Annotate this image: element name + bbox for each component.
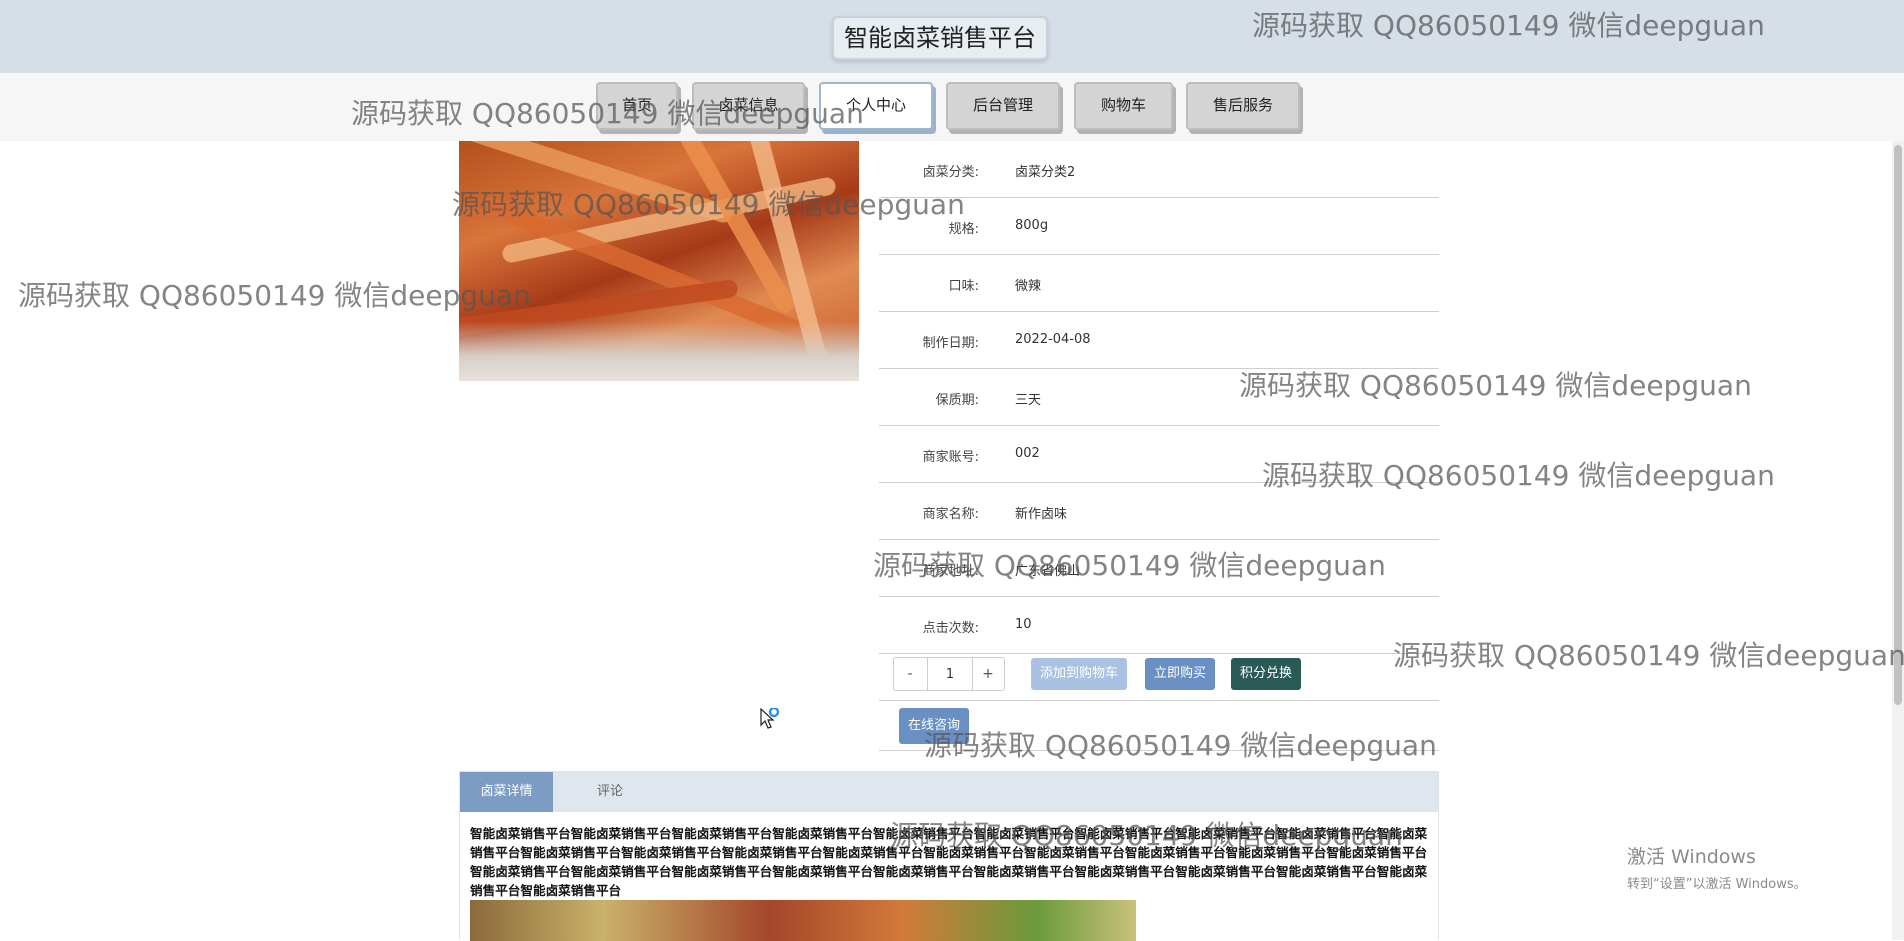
quantity-increase-button[interactable]: +	[972, 658, 1004, 690]
detail-label: 卤菜分类:	[922, 165, 979, 180]
detail-row-merchant-name: 商家名称: 新作卤味	[879, 483, 1439, 540]
detail-row-flavor: 口味: 微辣	[879, 255, 1439, 312]
tab-bar: 卤菜详情 评论	[460, 772, 1438, 812]
site-title[interactable]: 智能卤菜销售平台	[832, 16, 1048, 60]
windows-activation-notice: 激活 Windows 转到“设置”以激活 Windows。	[1627, 842, 1807, 892]
detail-value: 广东省佛山	[1015, 564, 1081, 579]
nav-home[interactable]: 首页	[596, 82, 678, 130]
add-to-cart-button[interactable]: 添加到购物车	[1031, 658, 1128, 690]
tab-product-detail[interactable]: 卤菜详情	[460, 772, 553, 812]
scrollbar-thumb[interactable]	[1894, 145, 1902, 705]
detail-value: 微辣	[1015, 279, 1042, 294]
detail-value: 002	[1015, 446, 1040, 461]
detail-row-shelf-life: 保质期: 三天	[879, 369, 1439, 426]
detail-value: 2022-04-08	[1015, 332, 1091, 347]
activation-subtitle: 转到“设置”以激活 Windows。	[1627, 877, 1807, 892]
activation-title: 激活 Windows	[1627, 846, 1756, 868]
detail-row-category: 卤菜分类: 卤菜分类2	[879, 141, 1439, 198]
detail-row-merchant-account: 商家账号: 002	[879, 426, 1439, 483]
detail-label: 口味:	[948, 279, 979, 294]
detail-row-merchant-address: 商家地址: 广东省佛山	[879, 540, 1439, 597]
detail-label: 保质期:	[935, 393, 979, 408]
page-scrollbar[interactable]	[1892, 141, 1904, 940]
detail-value: 10	[1015, 617, 1032, 632]
detail-value: 800g	[1015, 218, 1049, 233]
tab-comments[interactable]: 评论	[570, 772, 650, 812]
detail-label: 商家名称:	[922, 507, 979, 522]
quantity-decrease-button[interactable]: -	[894, 658, 926, 690]
detail-value: 卤菜分类2	[1015, 165, 1076, 180]
buy-now-button[interactable]: 立即购买	[1145, 658, 1216, 690]
detail-label: 商家账号:	[922, 450, 979, 465]
product-image	[459, 141, 859, 381]
online-consult-button[interactable]: 在线咨询	[899, 708, 970, 744]
detail-row-production-date: 制作日期: 2022-04-08	[879, 312, 1439, 369]
mouse-cursor-icon	[760, 706, 784, 736]
detail-row-click-count: 点击次数: 10	[879, 597, 1439, 654]
nav-personal-center[interactable]: 个人中心	[819, 82, 933, 130]
quantity-input[interactable]	[927, 658, 973, 690]
detail-label: 制作日期:	[922, 336, 979, 351]
detail-label: 点击次数:	[922, 621, 979, 636]
detail-value: 新作卤味	[1015, 507, 1068, 522]
nav-after-sales[interactable]: 售后服务	[1186, 82, 1300, 130]
watermark-text: 源码获取 QQ86050149 微信deepguan	[1393, 639, 1904, 672]
points-exchange-button[interactable]: 积分兑换	[1231, 658, 1302, 690]
nav-product-info[interactable]: 卤菜信息	[692, 82, 805, 130]
detail-value: 三天	[1015, 393, 1042, 408]
description-image	[470, 900, 1136, 941]
detail-label: 规格:	[948, 222, 979, 237]
watermark-text: 源码获取 QQ86050149 微信deepguan	[18, 279, 531, 312]
detail-label: 商家地址:	[922, 564, 979, 579]
nav-cart[interactable]: 购物车	[1074, 82, 1173, 130]
detail-row-spec: 规格: 800g	[879, 198, 1439, 255]
nav-admin[interactable]: 后台管理	[946, 82, 1060, 130]
product-description: 智能卤菜销售平台智能卤菜销售平台智能卤菜销售平台智能卤菜销售平台智能卤菜销售平台…	[470, 826, 1428, 898]
detail-tabs-panel: 卤菜详情 评论 智能卤菜销售平台智能卤菜销售平台智能卤菜销售平台智能卤菜销售平台…	[459, 771, 1439, 941]
quantity-stepper: - +	[893, 657, 1005, 691]
